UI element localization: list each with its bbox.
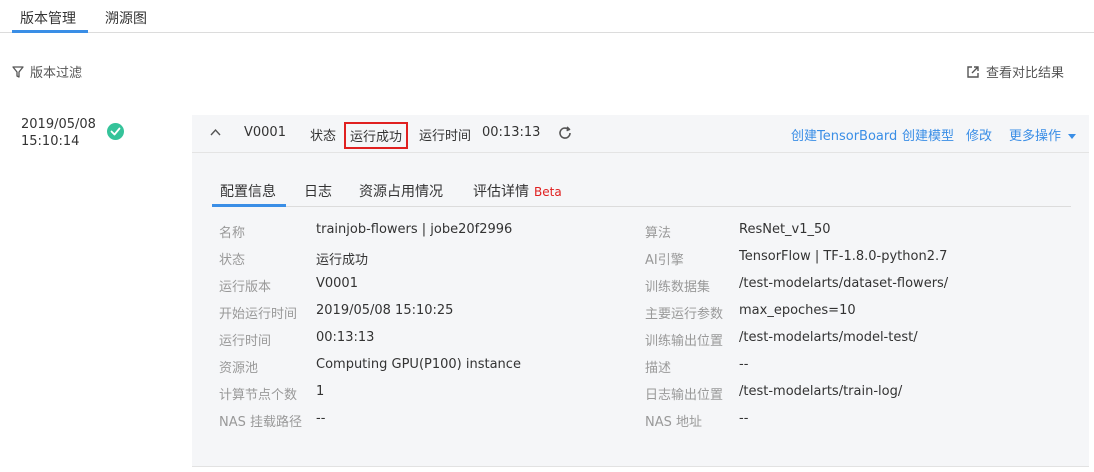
- detail-label-name: 名称: [219, 226, 246, 241]
- more-actions-dropdown[interactable]: 更多操作: [1009, 125, 1077, 144]
- tab-evaluation-details[interactable]: 评估详情 Beta: [473, 181, 562, 201]
- detail-value-algorithm: ResNet_v1_50: [739, 222, 831, 237]
- create-model-link[interactable]: 创建模型: [902, 125, 954, 144]
- detail-label-algorithm: 算法: [645, 226, 672, 241]
- detail-label-output-location: 训练输出位置: [645, 334, 724, 349]
- detail-label-log-output-location: 日志输出位置: [645, 388, 724, 403]
- version-filter-label: 版本过滤: [30, 66, 83, 81]
- refresh-icon[interactable]: [557, 125, 573, 141]
- external-link-icon: [967, 65, 979, 78]
- top-tab-bar: 版本管理 溯源图: [0, 0, 1094, 33]
- detail-label-node-count: 计算节点个数: [219, 388, 298, 403]
- tab-resource-usage[interactable]: 资源占用情况: [359, 181, 443, 201]
- detail-value-nas-address: --: [739, 411, 749, 426]
- detail-value-nas-mount-path: --: [316, 411, 326, 426]
- version-filter-button[interactable]: 版本过滤: [12, 62, 82, 81]
- view-compare-results-button[interactable]: 查看对比结果: [966, 62, 1064, 81]
- active-tab-indicator: [12, 30, 88, 33]
- detail-value-description: --: [739, 357, 749, 372]
- detail-label-runtime: 运行时间: [219, 334, 272, 349]
- runtime-value: 00:13:13: [482, 125, 541, 140]
- tab-evaluation-details-label: 评估详情: [473, 184, 529, 200]
- success-check-icon: [107, 123, 124, 140]
- runtime-label: 运行时间: [419, 129, 472, 144]
- detail-value-runtime: 00:13:13: [316, 330, 375, 345]
- version-time: 15:10:14: [21, 134, 80, 149]
- version-card-header: V0001 状态 运行成功 运行时间 00:13:13 创建TensorBoar…: [192, 115, 1089, 153]
- detail-label-run-version: 运行版本: [219, 280, 272, 295]
- active-detail-tab-indicator: [212, 204, 286, 207]
- tab-config-info[interactable]: 配置信息: [220, 181, 276, 201]
- caret-down-icon: [1068, 133, 1077, 139]
- detail-value-log-output-location: /test-modelarts/train-log/: [739, 384, 903, 399]
- version-created-datetime: 2019/05/08 15:10:14: [21, 116, 96, 150]
- detail-label-training-dataset: 训练数据集: [645, 280, 711, 295]
- detail-value-resource-pool: Computing GPU(P100) instance: [316, 357, 521, 372]
- detail-value-main-params: max_epoches=10: [739, 303, 856, 318]
- detail-label-ai-engine: AI引擎: [645, 253, 684, 268]
- detail-label-status: 状态: [219, 253, 246, 268]
- detail-value-run-version: V0001: [316, 276, 358, 291]
- status-label: 状态: [310, 129, 337, 144]
- version-name: V0001: [244, 125, 286, 140]
- beta-badge: Beta: [534, 185, 562, 199]
- detail-label-resource-pool: 资源池: [219, 361, 259, 376]
- filter-icon: [12, 65, 24, 78]
- detail-value-start-time: 2019/05/08 15:10:25: [316, 303, 454, 318]
- modify-link[interactable]: 修改: [966, 125, 992, 144]
- tab-version-management[interactable]: 版本管理: [20, 8, 76, 28]
- chevron-up-icon[interactable]: [210, 128, 221, 136]
- tab-logs[interactable]: 日志: [304, 181, 332, 201]
- more-actions-label: 更多操作: [1009, 129, 1062, 144]
- status-value: 运行成功: [344, 122, 409, 149]
- tab-lineage-graph[interactable]: 溯源图: [105, 8, 147, 28]
- version-date: 2019/05/08: [21, 117, 96, 132]
- detail-value-training-dataset: /test-modelarts/dataset-flowers/: [739, 276, 949, 291]
- version-card: V0001 状态 运行成功 运行时间 00:13:13 创建TensorBoar…: [192, 115, 1089, 467]
- detail-label-description: 描述: [645, 361, 672, 376]
- detail-value-ai-engine: TensorFlow | TF-1.8.0-python2.7: [739, 249, 948, 264]
- detail-label-nas-address: NAS 地址: [645, 415, 703, 430]
- detail-value-name: trainjob-flowers | jobe20f2996: [316, 222, 513, 237]
- detail-value-output-location: /test-modelarts/model-test/: [739, 330, 918, 345]
- view-compare-results-label: 查看对比结果: [986, 66, 1065, 81]
- create-tensorboard-link[interactable]: 创建TensorBoard: [791, 125, 897, 144]
- detail-label-nas-mount-path: NAS 挂载路径: [219, 415, 303, 430]
- detail-label-start-time: 开始运行时间: [219, 307, 298, 322]
- detail-value-node-count: 1: [316, 384, 325, 399]
- detail-tab-bar: 配置信息 日志 资源占用情况 评估详情 Beta: [212, 171, 1071, 207]
- detail-value-status: 运行成功: [316, 253, 369, 268]
- detail-label-main-params: 主要运行参数: [645, 307, 724, 322]
